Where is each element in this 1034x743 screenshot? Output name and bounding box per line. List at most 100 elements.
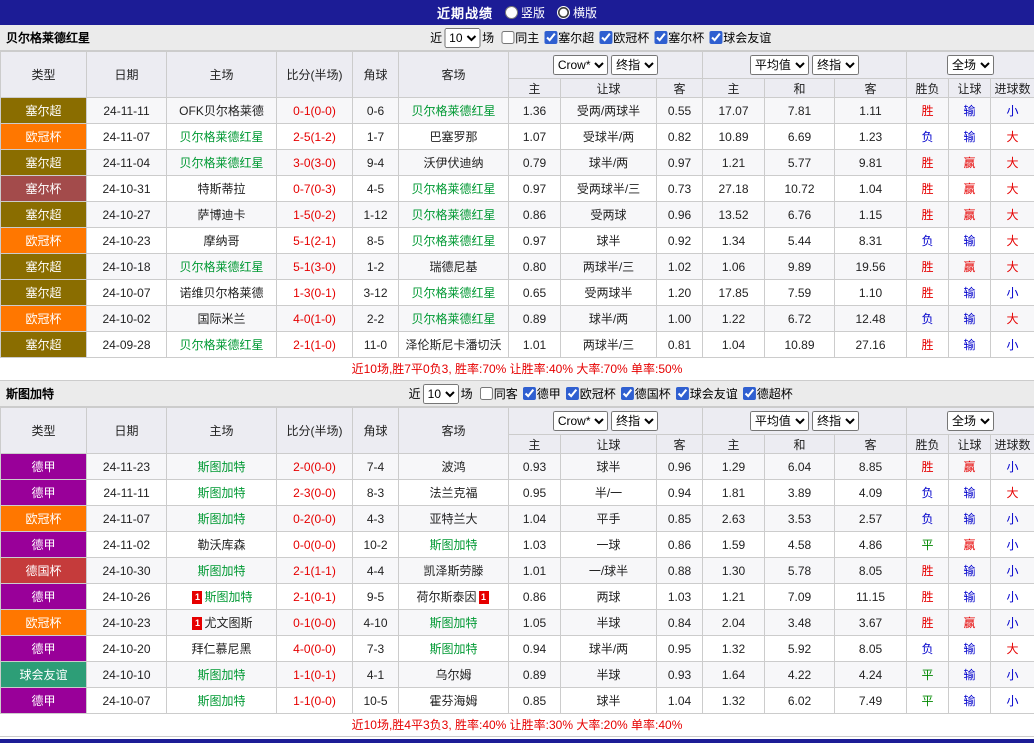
odds-company-select[interactable]: Crow* (553, 411, 608, 431)
average-stage-select[interactable]: 终指 (812, 411, 859, 431)
league-filter[interactable]: 塞尔超 (544, 29, 594, 46)
score: 1-1(0-1) (277, 662, 353, 688)
league-filter[interactable]: 球会友谊 (676, 385, 738, 402)
home-team: 特斯蒂拉 (167, 176, 277, 202)
avg-home-odds: 1.64 (703, 662, 765, 688)
league-filter-checkbox[interactable] (743, 387, 756, 400)
away-team: 乌尔姆 (399, 662, 509, 688)
away-team: 凯泽斯劳滕 (399, 558, 509, 584)
score: 0-7(0-3) (277, 176, 353, 202)
avg-draw-odds: 4.22 (765, 662, 835, 688)
recent-count-select[interactable]: 10 (444, 28, 480, 48)
match-row: 欧冠杯24-10-231尤文图斯0-1(0-0)4-10斯图加特1.05半球0.… (1, 610, 1034, 636)
league-filter-checkbox[interactable] (709, 31, 722, 44)
corners: 1-12 (353, 202, 399, 228)
same-venue-filter-checkbox[interactable] (480, 387, 493, 400)
match-row: 德甲24-10-261斯图加特2-1(0-1)9-5荷尔斯泰因10.86两球1.… (1, 584, 1034, 610)
average-stage-select[interactable]: 终指 (812, 55, 859, 75)
col-header-score: 比分(半场) (277, 52, 353, 98)
asian-home-odds: 1.01 (509, 558, 561, 584)
match-row: 欧冠杯24-11-07贝尔格莱德红星2-5(1-2)1-7巴塞罗那1.07受球半… (1, 124, 1034, 150)
result-scope-select[interactable]: 全场 (947, 55, 994, 75)
league-filter-checkbox[interactable] (544, 31, 557, 44)
red-card-badge: 1 (192, 617, 202, 630)
corners: 7-3 (353, 636, 399, 662)
odds-company-select[interactable]: Crow* (553, 55, 608, 75)
asian-away-odds: 0.73 (657, 176, 703, 202)
layout-option-horizontal[interactable]: 横版 (557, 4, 597, 21)
average-odds-select[interactable]: 平均值 (750, 55, 809, 75)
score: 2-0(0-0) (277, 454, 353, 480)
avg-draw-odds: 10.89 (765, 332, 835, 358)
league-filter[interactable]: 德超杯 (743, 385, 793, 402)
asian-away-odds: 0.82 (657, 124, 703, 150)
result-outcome: 负 (907, 480, 949, 506)
league-filter-checkbox[interactable] (599, 31, 612, 44)
asian-handicap-line: 平手 (561, 506, 657, 532)
result-outcome: 平 (907, 662, 949, 688)
league-badge: 欧冠杯 (1, 306, 87, 332)
result-goals: 大 (991, 228, 1034, 254)
result-scope-group-header: 全场 (907, 52, 1034, 79)
home-team: 斯图加特 (167, 558, 277, 584)
result-goals: 小 (991, 532, 1034, 558)
league-filter[interactable]: 德国杯 (621, 385, 671, 402)
result-goals: 大 (991, 124, 1034, 150)
league-filter[interactable]: 德甲 (523, 385, 561, 402)
league-filter-checkbox[interactable] (523, 387, 536, 400)
asian-home-odds: 0.97 (509, 228, 561, 254)
same-venue-filter[interactable]: 同客 (480, 385, 518, 402)
handicap-stage-select[interactable]: 终指 (611, 55, 658, 75)
team-results-section: 斯图加特 近 10 场 同客德甲欧冠杯德国杯球会友谊德超杯 类型 日期 主场 比… (0, 381, 1034, 737)
layout-radio[interactable] (557, 6, 570, 19)
result-outcome: 胜 (907, 254, 949, 280)
avg-home-odds: 2.63 (703, 506, 765, 532)
header-row-groups: 类型 日期 主场 比分(半场) 角球 客场 Crow* 终指 平均值 终指 全场 (1, 408, 1034, 435)
same-venue-filter-checkbox[interactable] (501, 31, 514, 44)
result-handicap: 输 (949, 636, 991, 662)
home-team: 斯图加特 (167, 480, 277, 506)
asian-away-odds: 0.93 (657, 662, 703, 688)
score: 2-5(1-2) (277, 124, 353, 150)
match-row: 欧冠杯24-10-02国际米兰4-0(1-0)2-2贝尔格莱德红星0.89球半/… (1, 306, 1034, 332)
league-filter-checkbox[interactable] (676, 387, 689, 400)
layout-option-label: 横版 (573, 4, 597, 21)
filter-label: 欧冠杯 (580, 385, 616, 402)
asian-home-odds: 1.07 (509, 124, 561, 150)
league-filter-checkbox[interactable] (566, 387, 579, 400)
layout-option-vertical[interactable]: 竖版 (505, 4, 545, 21)
result-goals: 大 (991, 636, 1034, 662)
handicap-stage-select[interactable]: 终指 (611, 411, 658, 431)
score: 2-1(1-1) (277, 558, 353, 584)
avg-draw-odds: 6.04 (765, 454, 835, 480)
away-team: 贝尔格莱德红星 (399, 202, 509, 228)
corners: 4-1 (353, 662, 399, 688)
league-filter[interactable]: 塞尔杯 (654, 29, 704, 46)
layout-radio[interactable] (505, 6, 518, 19)
handicap-odds-group-header: Crow* 终指 (509, 52, 703, 79)
result-handicap: 赢 (949, 610, 991, 636)
asian-away-odds: 0.85 (657, 506, 703, 532)
recent-count-select[interactable]: 10 (423, 384, 459, 404)
asian-away-odds: 1.20 (657, 280, 703, 306)
league-filter-checkbox[interactable] (621, 387, 634, 400)
league-filter-checkbox[interactable] (654, 31, 667, 44)
home-team: 贝尔格莱德红星 (167, 332, 277, 358)
asian-away-odds: 1.00 (657, 306, 703, 332)
average-odds-select[interactable]: 平均值 (750, 411, 809, 431)
same-venue-filter[interactable]: 同主 (501, 29, 539, 46)
league-filter[interactable]: 球会友谊 (709, 29, 771, 46)
league-filter[interactable]: 欧冠杯 (599, 29, 649, 46)
result-goals: 小 (991, 454, 1034, 480)
league-filter[interactable]: 欧冠杯 (566, 385, 616, 402)
score: 5-1(2-1) (277, 228, 353, 254)
away-team: 贝尔格莱德红星 (399, 228, 509, 254)
result-handicap: 输 (949, 688, 991, 714)
match-date: 24-10-23 (87, 610, 167, 636)
corners: 4-10 (353, 610, 399, 636)
subcol-result-handicap: 让球 (949, 435, 991, 454)
avg-draw-odds: 3.53 (765, 506, 835, 532)
avg-away-odds: 4.24 (835, 662, 907, 688)
result-scope-select[interactable]: 全场 (947, 411, 994, 431)
avg-away-odds: 1.04 (835, 176, 907, 202)
